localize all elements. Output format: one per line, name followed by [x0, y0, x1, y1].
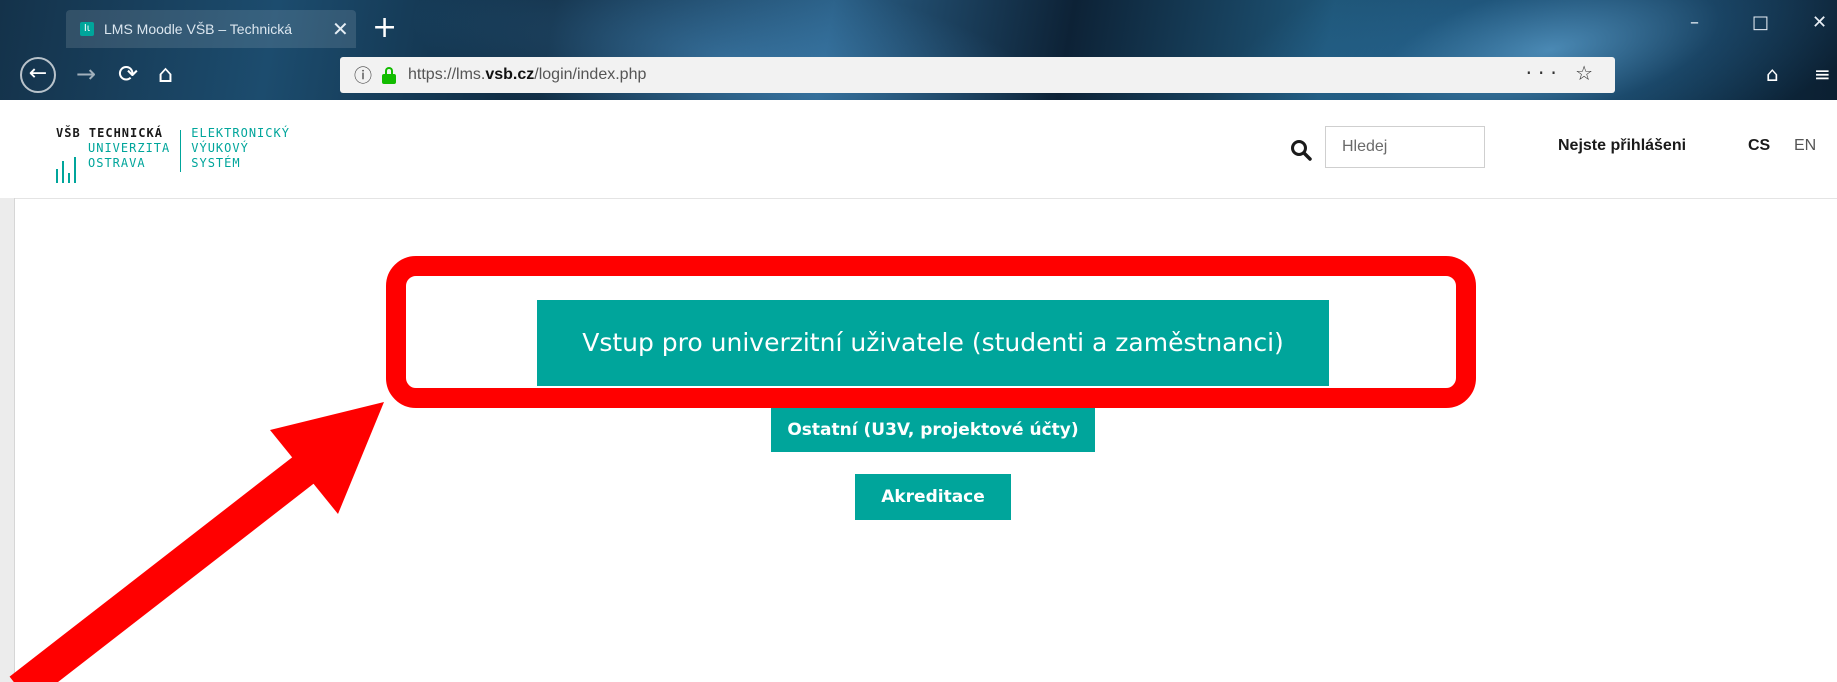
- reload-button[interactable]: ⟳: [118, 60, 138, 88]
- secure-lock-icon: [382, 67, 396, 84]
- browser-chrome: Ιι LMS Moodle VŠB – Technická ✕ + – □ ✕ …: [0, 0, 1837, 100]
- university-login-button[interactable]: Vstup pro univerzitní uživatele (student…: [537, 300, 1329, 386]
- site-header: VŠB TECHNICKÁ UNIVERZITA OSTRAVA ELEKTRO…: [0, 100, 1837, 199]
- other-login-button[interactable]: Ostatní (U3V, projektové účty): [771, 408, 1095, 452]
- close-window-button[interactable]: ✕: [1812, 12, 1827, 33]
- home-button[interactable]: ⌂: [158, 60, 173, 88]
- navigation-bar: ← → ⟳ ⌂ ⓘ https://lms.vsb.cz/login/index…: [0, 54, 1837, 98]
- tab-title: LMS Moodle VŠB – Technická: [104, 21, 293, 37]
- language-en[interactable]: EN: [1794, 137, 1816, 155]
- forward-button[interactable]: →: [76, 60, 96, 88]
- window-left-edge: [0, 198, 15, 682]
- logo-line-2: UNIVERZITA: [88, 141, 171, 155]
- site-favicon-icon: Ιι: [80, 22, 94, 36]
- site-info-icon[interactable]: ⓘ: [354, 62, 372, 88]
- language-cs[interactable]: CS: [1748, 137, 1770, 155]
- tab-close-icon[interactable]: ✕: [332, 17, 349, 41]
- accreditation-button[interactable]: Akreditace: [855, 474, 1011, 520]
- search-input[interactable]: [1325, 126, 1485, 168]
- library-icon[interactable]: ⌂: [1766, 62, 1779, 86]
- logo-bars-icon: [56, 155, 82, 183]
- search-icon[interactable]: [1290, 139, 1312, 161]
- maximize-button[interactable]: □: [1752, 12, 1769, 33]
- url-text[interactable]: https://lms.vsb.cz/login/index.php: [408, 66, 646, 84]
- bookmark-star-icon[interactable]: ☆: [1575, 61, 1599, 85]
- minimize-button[interactable]: –: [1690, 12, 1699, 33]
- new-tab-button[interactable]: +: [372, 10, 397, 45]
- logo-line-3: OSTRAVA: [88, 156, 146, 170]
- logo-divider: [180, 130, 182, 172]
- logo-line-4: ELEKTRONICKÝ: [191, 126, 290, 140]
- page-actions-icon[interactable]: ···: [1526, 61, 1563, 85]
- browser-tab[interactable]: Ιι LMS Moodle VŠB – Technická ✕: [66, 10, 356, 48]
- logo-line-6: SYSTÉM: [191, 156, 241, 170]
- logo-line-1: VŠB TECHNICKÁ: [56, 126, 163, 140]
- logo-line-5: VÝUKOVÝ: [191, 141, 249, 155]
- menu-icon[interactable]: ≡: [1814, 62, 1831, 86]
- login-status: Nejste přihlášeni: [1558, 137, 1687, 154]
- vsb-logo[interactable]: VŠB TECHNICKÁ UNIVERZITA OSTRAVA ELEKTRO…: [56, 126, 290, 183]
- back-button[interactable]: ←: [20, 57, 56, 93]
- url-bar[interactable]: ⓘ https://lms.vsb.cz/login/index.php ···…: [340, 57, 1615, 93]
